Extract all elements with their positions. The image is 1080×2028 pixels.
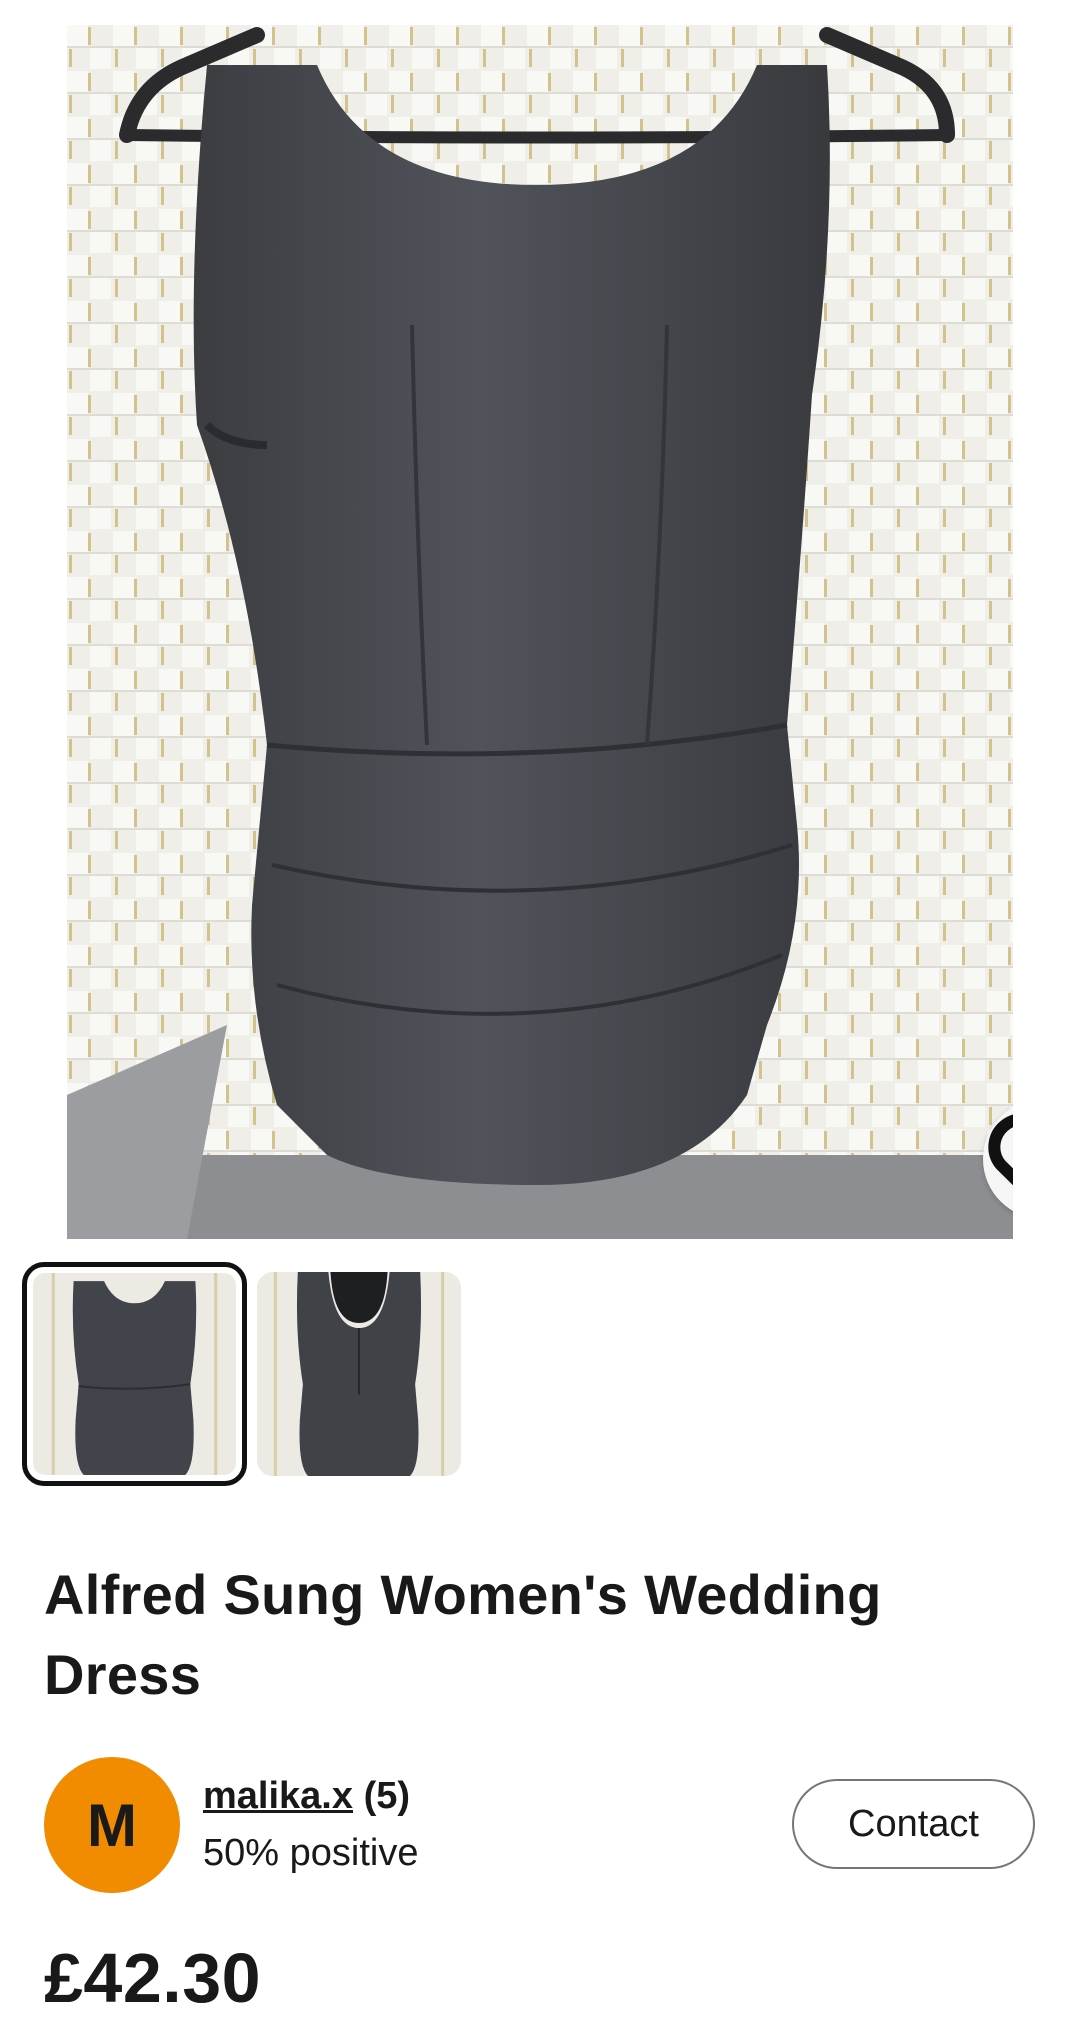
seller-feedback-percent: 50% positive bbox=[203, 1832, 419, 1874]
main-product-image[interactable] bbox=[67, 25, 1013, 1239]
heart-outline-icon bbox=[988, 1114, 1013, 1186]
seller-name-link[interactable]: malika.x bbox=[203, 1775, 353, 1817]
seller-avatar[interactable]: M bbox=[44, 1757, 180, 1893]
seller-feedback-count: (5) bbox=[363, 1775, 411, 1817]
thumbnail-2[interactable] bbox=[257, 1272, 461, 1476]
seller-info: malika.x (5) bbox=[203, 1772, 410, 1820]
listing-page: Alfred Sung Women's Wedding Dress M mali… bbox=[0, 0, 1080, 2028]
favorite-button[interactable] bbox=[983, 1099, 1013, 1219]
contact-seller-button[interactable]: Contact bbox=[792, 1779, 1035, 1869]
listing-title: Alfred Sung Women's Wedding Dress bbox=[44, 1563, 882, 1706]
price: £42.30 bbox=[44, 1939, 262, 2017]
thumbnail-1[interactable] bbox=[22, 1262, 247, 1486]
thumbnail-1-image bbox=[33, 1273, 236, 1475]
avatar-initial: M bbox=[87, 1791, 137, 1859]
thumbnail-2-image bbox=[257, 1272, 461, 1476]
